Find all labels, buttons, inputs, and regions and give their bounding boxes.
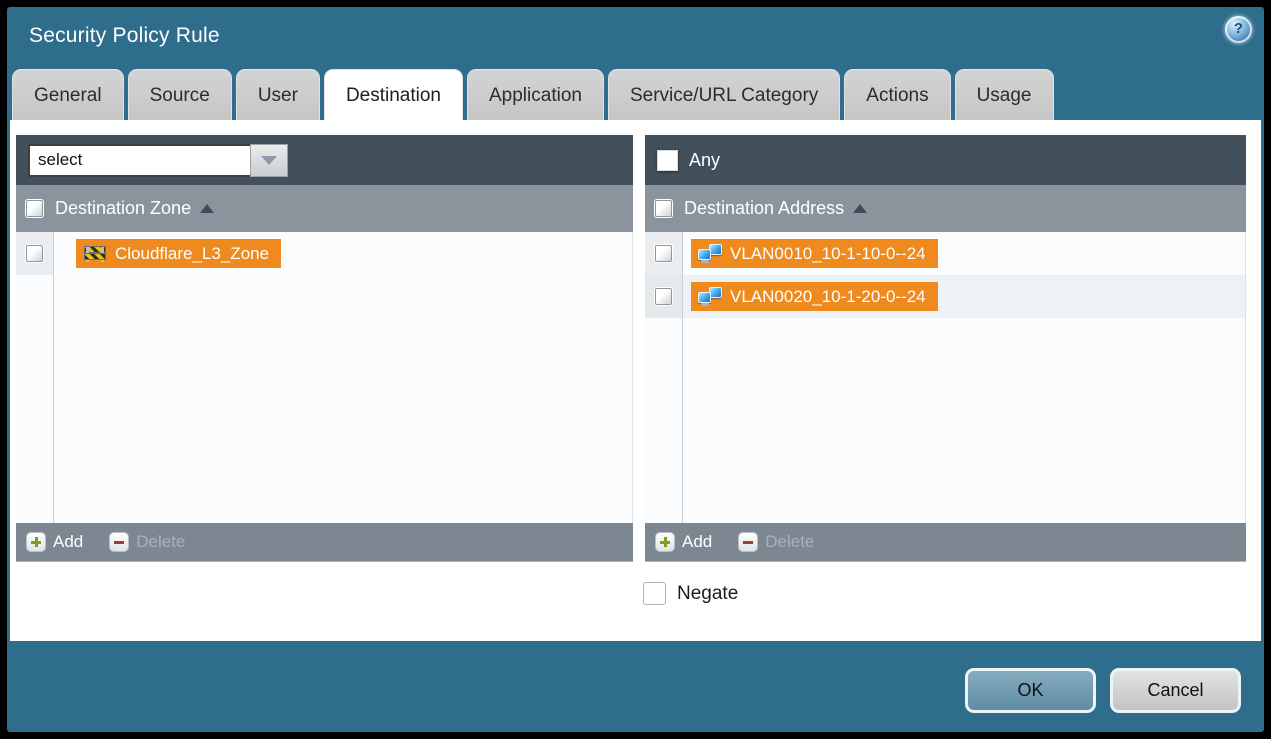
table-row[interactable]: VLAN0010_10-1-10-0--24 [645, 232, 1245, 275]
address-row-checkbox[interactable] [655, 288, 672, 305]
tab-content: Destination Zone Cloudflare_L3_Zone [10, 120, 1261, 641]
address-group-icon [698, 287, 722, 306]
add-icon [26, 532, 46, 552]
tab-service-url-category[interactable]: Service/URL Category [608, 69, 840, 120]
add-address-button[interactable]: Add [655, 532, 712, 552]
add-icon [655, 532, 675, 552]
delete-icon [109, 532, 129, 552]
zone-column-header[interactable]: Destination Zone [16, 185, 633, 232]
dialog-background: Security Policy Rule General Source User… [7, 7, 1264, 732]
help-icon[interactable] [1225, 16, 1252, 43]
zone-list: Cloudflare_L3_Zone [16, 232, 633, 523]
address-toolbar: Add Delete [645, 523, 1246, 561]
address-panel-header: Any [645, 135, 1246, 185]
cancel-button[interactable]: Cancel [1110, 668, 1241, 713]
row-checkbox-cell [645, 232, 683, 275]
tab-bar: General Source User Destination Applicat… [12, 68, 1264, 120]
delete-address-button[interactable]: Delete [738, 532, 814, 552]
zone-chip[interactable]: Cloudflare_L3_Zone [76, 239, 281, 268]
address-list: VLAN0010_10-1-10-0--24 VLAN0020_10-1-20-… [645, 232, 1246, 523]
table-row[interactable]: VLAN0020_10-1-20-0--24 [645, 275, 1245, 318]
address-chip[interactable]: VLAN0020_10-1-20-0--24 [691, 282, 938, 311]
negate-row: Negate [643, 582, 738, 605]
sort-ascending-icon [200, 204, 214, 213]
tab-user[interactable]: User [236, 69, 320, 120]
zone-filter-combo [28, 144, 288, 177]
tab-actions[interactable]: Actions [844, 69, 950, 120]
any-label: Any [689, 150, 720, 171]
select-all-zones-checkbox[interactable] [26, 200, 43, 217]
address-name: VLAN0010_10-1-10-0--24 [730, 244, 926, 264]
address-column-header[interactable]: Destination Address [645, 185, 1246, 232]
address-row-checkbox[interactable] [655, 245, 672, 262]
add-zone-button[interactable]: Add [26, 532, 83, 552]
title-bar: Security Policy Rule [7, 7, 1264, 68]
dialog-title: Security Policy Rule [29, 7, 220, 65]
tab-destination[interactable]: Destination [324, 69, 463, 120]
address-name: VLAN0020_10-1-20-0--24 [730, 287, 926, 307]
negate-label: Negate [677, 583, 738, 605]
row-checkbox-cell [16, 232, 54, 275]
tab-usage[interactable]: Usage [955, 69, 1054, 120]
zone-column-label: Destination Zone [55, 198, 191, 219]
row-checkbox-cell [645, 275, 683, 318]
tab-source[interactable]: Source [128, 69, 232, 120]
security-policy-rule-dialog: Security Policy Rule General Source User… [0, 0, 1271, 739]
tab-general[interactable]: General [12, 69, 124, 120]
destination-zone-panel: Destination Zone Cloudflare_L3_Zone [16, 135, 633, 561]
zone-icon [83, 245, 107, 262]
chevron-down-icon [261, 156, 277, 165]
address-group-icon [698, 244, 722, 263]
select-all-addresses-checkbox[interactable] [655, 200, 672, 217]
delete-zone-button[interactable]: Delete [109, 532, 185, 552]
zone-filter-dropdown-button[interactable] [250, 144, 288, 177]
tab-application[interactable]: Application [467, 69, 604, 120]
zone-row-checkbox[interactable] [26, 245, 43, 262]
ok-button[interactable]: OK [965, 668, 1096, 713]
delete-icon [738, 532, 758, 552]
table-row[interactable]: Cloudflare_L3_Zone [16, 232, 632, 275]
sort-ascending-icon [853, 204, 867, 213]
zone-toolbar: Add Delete [16, 523, 633, 561]
zone-filter-input[interactable] [28, 144, 250, 177]
zone-checkbox-gutter [16, 232, 54, 523]
any-address-checkbox[interactable] [657, 150, 678, 171]
address-column-label: Destination Address [684, 198, 844, 219]
zone-panel-header [16, 135, 633, 185]
destination-address-panel: Any Destination Address [645, 135, 1246, 561]
zone-name: Cloudflare_L3_Zone [115, 244, 269, 264]
negate-checkbox[interactable] [643, 582, 666, 605]
address-chip[interactable]: VLAN0010_10-1-10-0--24 [691, 239, 938, 268]
